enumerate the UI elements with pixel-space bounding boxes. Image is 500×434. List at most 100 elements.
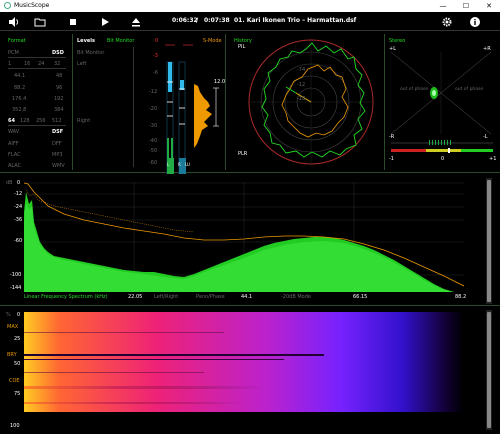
format-pcm: PCM: [8, 50, 19, 56]
spectrogram-tick-100: 100: [10, 423, 20, 429]
history-radar: [248, 39, 374, 165]
smode-label[interactable]: S-Mode: [203, 38, 222, 44]
play-icon[interactable]: [99, 16, 111, 28]
window-title: MusicScope: [14, 2, 50, 9]
format-rate-48: 48: [56, 73, 63, 79]
correlation-meter: [391, 140, 493, 153]
bit-monitor-label: Bit Monitor: [77, 50, 105, 56]
levels-panel: Levels Bit Monitor Bit Monitor Left Righ…: [73, 32, 226, 174]
out-of-phase-left: out of phase: [400, 87, 429, 92]
spectrum-db-12: -12: [14, 191, 23, 197]
spectrum-scrollbar[interactable]: [486, 178, 492, 304]
format-rate-192: 192: [54, 96, 64, 102]
history-ring-18: -18: [297, 96, 306, 102]
spectrogram-tick-25: 25: [14, 336, 21, 342]
levels-title: Levels: [77, 38, 95, 44]
format-dsd: DSD: [52, 50, 64, 56]
format-bits-32: 32: [54, 61, 61, 67]
history-ring-12: -12: [297, 82, 306, 88]
format-dsd-512: 512: [52, 118, 62, 124]
spectrogram: [24, 312, 464, 412]
format-type-dsf: DSF: [52, 129, 64, 135]
spectrum-db-60: -60: [14, 238, 23, 244]
format-bits-1: 1: [8, 61, 12, 67]
format-type-dff: DFF: [52, 141, 62, 147]
format-panel: Format PCM DSD 1 16 24 32 44.1 48 88.2 9…: [0, 32, 72, 172]
settings-gear-icon[interactable]: [441, 16, 453, 28]
spectrum-scroll-thumb[interactable]: [487, 180, 491, 302]
format-type-mp3: MP3: [52, 152, 63, 158]
db-mark-6: -6: [153, 70, 158, 76]
corr-mid: 0: [441, 156, 445, 162]
stop-icon[interactable]: [67, 16, 79, 28]
spectrogram-tick-50: 50: [14, 361, 21, 367]
format-bits-16: 16: [24, 61, 31, 67]
format-rate-352: 352.8: [12, 107, 27, 113]
format-title: Format: [8, 38, 26, 44]
level-histogram: [194, 84, 219, 148]
time-elapsed: 0:06:32: [172, 17, 198, 24]
format-rate-384: 384: [54, 107, 64, 113]
db-mark-40: -40: [149, 138, 158, 144]
toolbar: 0:06:32 / 0:07:38 01. Kari Ikonen Trio –…: [0, 12, 500, 31]
format-type-aiff: AIFF: [8, 141, 19, 147]
left-channel-label: Left: [77, 61, 87, 67]
frequency-spectrum: [24, 182, 464, 292]
db-mark-50: -50: [149, 148, 158, 154]
spectrum-tab-leftright[interactable]: Left/Right: [154, 294, 178, 300]
spectrogram-scrollbar[interactable]: [486, 310, 492, 430]
format-type-alac: ALAC: [8, 163, 22, 169]
close-button[interactable]: ✕: [478, 1, 500, 11]
db-mark-20: -20: [149, 106, 158, 112]
meter-label-l: L: [167, 162, 170, 167]
spectrogram-bry-label: BRY: [7, 352, 17, 358]
levels-mode[interactable]: Bit Monitor: [107, 38, 134, 44]
spectrum-db-0: 0: [17, 180, 21, 186]
spectrum-tab-20db[interactable]: -20dB Mode: [281, 294, 311, 300]
track-title: 01. Kari Ikonen Trio – Harmattan.dsf: [234, 17, 357, 24]
spectrogram-coe-label: COE: [9, 378, 20, 384]
minimize-button[interactable]: —: [432, 1, 454, 11]
maximize-button[interactable]: ☐: [455, 1, 477, 11]
db-mark-30: -30: [149, 123, 158, 129]
spectrum-db-unit: dB: [6, 180, 13, 186]
spectrum-caption: Linear Frequency Spectrum (kHz): [24, 294, 108, 300]
history-ring-74: -74: [297, 67, 306, 73]
history-panel: History PIL PLR -74 -12 -18: [226, 32, 384, 172]
folder-icon[interactable]: [34, 16, 46, 28]
spectrum-db-36: -36: [14, 217, 23, 223]
app-icon: [4, 2, 11, 9]
db-mark-60: -60: [149, 160, 158, 166]
peak-value: 12.0: [214, 79, 226, 85]
format-rate-44: 44.1: [14, 73, 26, 79]
corr-max: +1: [489, 156, 497, 162]
format-type-wav: WAV: [8, 129, 20, 135]
stereo-title: Stereo: [389, 38, 406, 44]
spectrum-freq-66: 66.15: [353, 294, 368, 300]
format-dsd-128: 128: [20, 118, 30, 124]
stereo-panel: Stereo +L +R -R -L out of phase out of p…: [385, 32, 500, 172]
time-separator: /: [196, 17, 199, 24]
format-bits-24: 24: [38, 61, 45, 67]
spectrogram-tick-0: 0: [17, 312, 21, 318]
time-total: 0:07:38: [204, 17, 230, 24]
volume-icon[interactable]: [8, 16, 20, 28]
meter-label-lu: LU: [185, 162, 190, 167]
spectrogram-tick-75: 75: [14, 391, 21, 397]
spectrum-db-24: -24: [14, 204, 23, 210]
spectrum-freq-88: 88.2: [455, 294, 467, 300]
spectrogram-scroll-thumb[interactable]: [487, 312, 491, 428]
eject-icon[interactable]: [130, 16, 142, 28]
spectrum-panel: dB 0 -12 -24 -36 -60 -100 -144 Linear Fr…: [0, 174, 486, 305]
spectrogram-panel: % 0 MAX 25 BRY 50 COE 75 100: [0, 306, 486, 434]
corr-min: -1: [389, 156, 394, 162]
format-rate-96: 96: [56, 85, 63, 91]
info-icon[interactable]: [469, 16, 481, 28]
window-titlebar: MusicScope — ☐ ✕: [0, 0, 500, 12]
db-mark-0: 0: [155, 38, 159, 44]
spectrum-tab-panophase[interactable]: Pano/Phase: [196, 294, 225, 300]
spectrum-db-100: -100: [10, 272, 22, 278]
history-pil-label: PIL: [238, 44, 246, 50]
out-of-phase-right: out of phase: [455, 87, 484, 92]
format-dsd-64: 64: [8, 118, 15, 124]
